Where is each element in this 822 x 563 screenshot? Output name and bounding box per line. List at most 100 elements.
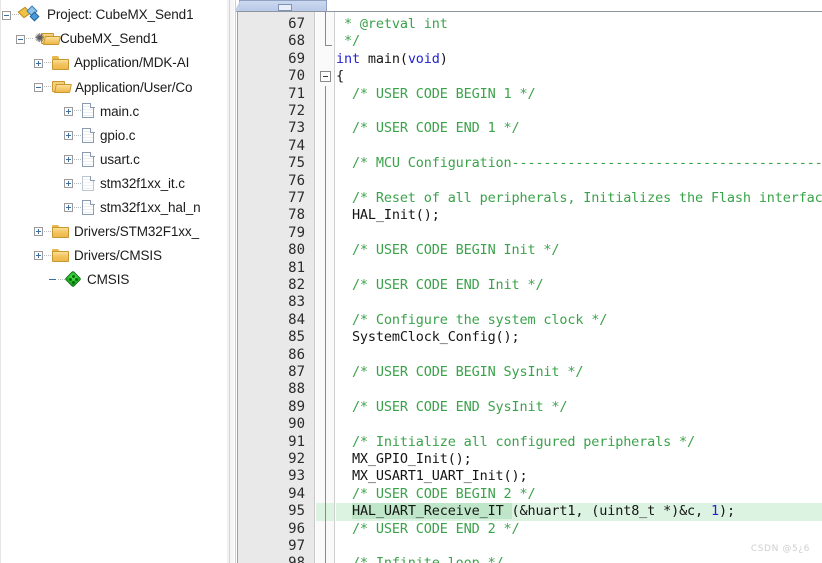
line-number: 68 xyxy=(288,33,305,50)
collapse-icon[interactable] xyxy=(2,10,11,20)
code-line[interactable]: SystemClock_Config(); xyxy=(336,329,520,346)
code-folding-gutter[interactable] xyxy=(316,12,335,563)
line-number: 94 xyxy=(288,485,305,502)
tree-item-main-c[interactable]: main.c xyxy=(0,99,226,123)
tree-item-cubemx-send1[interactable]: ✺ CubeMX_Send1 xyxy=(0,27,226,51)
code-line[interactable]: /* USER CODE BEGIN SysInit */ xyxy=(336,364,584,381)
file-icon xyxy=(82,199,95,216)
code-line[interactable]: int main(void) xyxy=(336,51,448,68)
tree-item-label: main.c xyxy=(100,103,140,119)
code-line[interactable]: /* Infinite loop */ xyxy=(336,555,504,563)
file-icon xyxy=(82,151,95,168)
line-number: 67 xyxy=(288,16,305,32)
tree-item-drivers-stm32f1xx[interactable]: Drivers/STM32F1xx_ xyxy=(0,220,226,244)
tree-item-gpio-c[interactable]: gpio.c xyxy=(0,123,226,147)
tree-item-label: stm32f1xx_it.c xyxy=(100,175,185,191)
tree-connector xyxy=(74,182,81,185)
code-line[interactable]: /* USER CODE END Init */ xyxy=(336,277,544,294)
line-number: 84 xyxy=(288,311,305,328)
line-number: 85 xyxy=(288,329,305,346)
code-line[interactable]: /* Reset of all peripherals, Initializes… xyxy=(336,190,822,207)
folder-icon xyxy=(52,224,69,239)
tree-item-usart-c[interactable]: usart.c xyxy=(0,148,226,172)
code-line[interactable]: /* MCU Configuration--------------------… xyxy=(336,155,822,172)
code-line[interactable] xyxy=(336,103,344,120)
line-number: 90 xyxy=(288,416,305,433)
code-line[interactable]: /* USER CODE BEGIN 2 */ xyxy=(336,486,536,503)
code-line[interactable]: /* USER CODE BEGIN Init */ xyxy=(336,242,560,259)
tree-item-label: Drivers/CMSIS xyxy=(74,248,162,264)
tree-connector xyxy=(58,279,65,281)
code-line[interactable]: /* Initialize all configured peripherals… xyxy=(336,434,695,451)
code-line[interactable] xyxy=(336,138,344,155)
expand-icon[interactable] xyxy=(34,227,43,237)
code-line[interactable] xyxy=(336,294,344,311)
csdn-watermark: CSDN @5¿6 xyxy=(750,544,810,554)
expand-icon[interactable] xyxy=(34,58,43,68)
code-text-area[interactable]: * @retval int */int main(void){ /* USER … xyxy=(336,12,822,563)
tree-item-label: Application/User/Co xyxy=(75,79,193,95)
code-line[interactable]: MX_GPIO_Init(); xyxy=(336,451,472,468)
expand-icon[interactable] xyxy=(64,106,73,116)
tree-item-label: CMSIS xyxy=(87,272,130,288)
line-number: 70 xyxy=(288,68,305,85)
code-line[interactable]: HAL_Init(); xyxy=(336,207,440,224)
tree-item-icon-wrap xyxy=(64,270,82,288)
project-tree-pane[interactable]: Project: CubeMX_Send1 ✺ CubeMX_Send1 Applic… xyxy=(0,0,226,563)
pane-splitter[interactable] xyxy=(226,0,236,563)
line-number: 96 xyxy=(288,520,305,537)
project-tree[interactable]: Project: CubeMX_Send1 ✺ CubeMX_Send1 Applic… xyxy=(0,0,226,292)
expand-icon[interactable] xyxy=(64,179,73,189)
tree-item-label: gpio.c xyxy=(100,127,136,143)
code-line[interactable]: /* Configure the system clock */ xyxy=(336,312,607,329)
code-line[interactable] xyxy=(336,416,344,433)
line-number: 77 xyxy=(288,190,305,206)
tree-connector xyxy=(44,230,51,233)
collapse-icon[interactable] xyxy=(34,82,43,92)
code-line[interactable]: /* USER CODE END 1 */ xyxy=(336,120,520,137)
line-number: 93 xyxy=(288,468,305,485)
expand-icon[interactable] xyxy=(64,155,73,165)
file-icon xyxy=(82,127,95,144)
code-line[interactable] xyxy=(336,347,344,364)
code-line[interactable] xyxy=(336,173,344,190)
tab-main-c[interactable] xyxy=(236,0,327,11)
line-number: 88 xyxy=(288,381,305,398)
tree-item-stm32f1xx-hal-n[interactable]: stm32f1xx_hal_n xyxy=(0,196,226,220)
folder-icon xyxy=(52,248,69,263)
folder-open-icon xyxy=(52,80,72,94)
line-number: 71 xyxy=(288,85,305,102)
code-line[interactable] xyxy=(336,538,344,555)
tree-item-drivers-cmsis[interactable]: Drivers/CMSIS xyxy=(0,244,226,268)
document-icon xyxy=(278,4,292,11)
code-line[interactable]: */ xyxy=(336,33,360,50)
fold-toggle[interactable] xyxy=(320,71,331,83)
code-line[interactable]: MX_USART1_UART_Init(); xyxy=(336,468,528,485)
tree-item-label: Project: CubeMX_Send1 xyxy=(47,7,194,23)
code-line[interactable]: /* USER CODE END 2 */ xyxy=(336,521,520,538)
code-line[interactable]: /* USER CODE BEGIN 1 */ xyxy=(336,86,536,103)
tree-item-application-user-co[interactable]: Application/User/Co xyxy=(0,75,226,99)
code-line[interactable]: HAL_UART_Receive_IT (&huart1, (uint8_t *… xyxy=(336,503,735,520)
code-line[interactable]: { xyxy=(336,68,344,85)
tree-item-project-cubemx-send1[interactable]: Project: CubeMX_Send1 xyxy=(0,3,226,27)
file-icon xyxy=(82,103,95,119)
tree-item-application-mdk-ai[interactable]: Application/MDK-AI xyxy=(0,51,226,75)
code-editor[interactable]: 67 68 69 70 71 72 73 74 75 76 77 78 79 80 81 82 83 84 85 86… xyxy=(237,11,822,563)
selected-token: HAL_UART_Receive_IT xyxy=(351,503,512,520)
code-line[interactable]: /* USER CODE END SysInit */ xyxy=(336,399,568,416)
tree-item-stm32f1xx-it-c[interactable]: stm32f1xx_it.c xyxy=(0,172,226,196)
expand-icon[interactable] xyxy=(34,251,43,261)
tree-item-icon-wrap xyxy=(52,80,72,94)
tree-item-icon-wrap xyxy=(82,199,95,216)
code-line[interactable] xyxy=(336,225,344,242)
tree-item-icon-wrap: ✺ xyxy=(34,32,61,47)
collapse-icon[interactable] xyxy=(16,34,25,44)
code-line[interactable] xyxy=(336,260,344,277)
code-line[interactable] xyxy=(336,381,344,398)
tree-item-cmsis[interactable]: CMSIS xyxy=(0,268,226,292)
code-line[interactable]: * @retval int xyxy=(336,16,448,33)
tree-item-label: usart.c xyxy=(100,151,140,167)
expand-icon[interactable] xyxy=(64,131,73,141)
expand-icon[interactable] xyxy=(64,203,73,213)
